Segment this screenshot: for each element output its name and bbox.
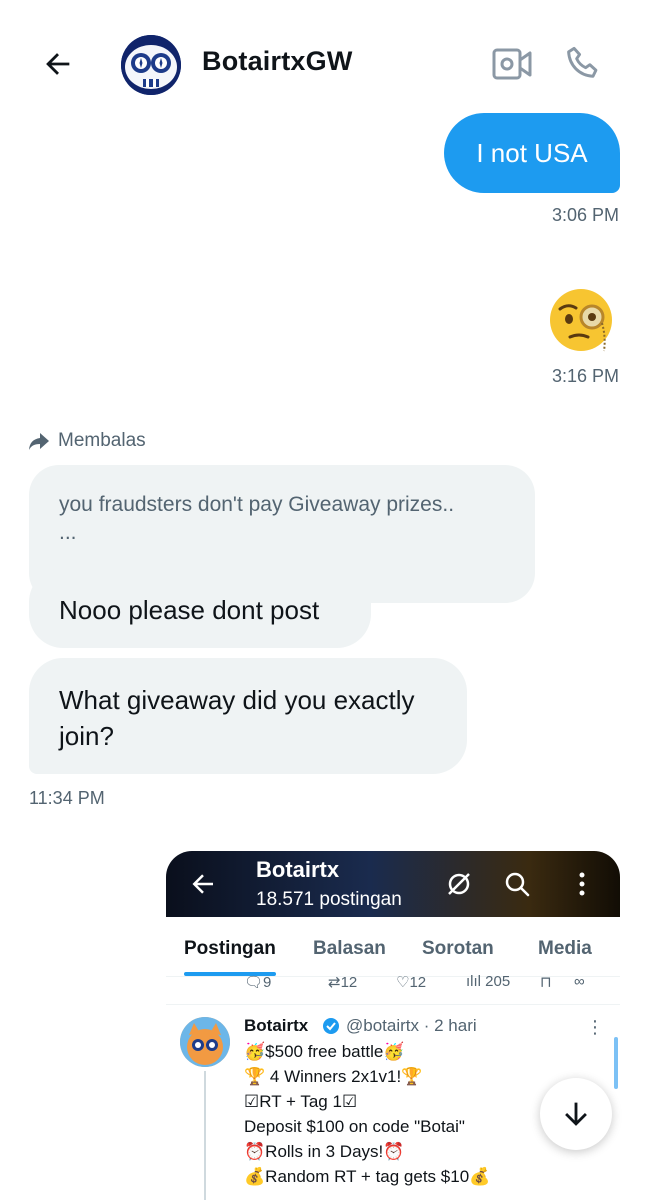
embedded-tab-bar: Postingan Balasan Sorotan Media (166, 917, 620, 977)
message-text: I not USA (476, 137, 588, 168)
message-text: Nooo please dont post (59, 595, 320, 625)
post-line: Deposit $100 on code "Botai" (244, 1117, 465, 1136)
reply-context: Membalas (28, 430, 146, 452)
message-timestamp: 11:34 PM (29, 788, 105, 808)
embedded-profile-name: Botairtx (256, 857, 340, 882)
embedded-tab-replies: Balasan (313, 938, 386, 959)
post-line: 🏆 4 Winners 2x1v1!🏆 (244, 1067, 423, 1086)
image-attachment[interactable]: Botairtx 18.571 postingan Postingan Bala… (166, 851, 620, 1200)
embedded-tab-highlights: Sorotan (422, 938, 494, 959)
contact-avatar[interactable] (121, 35, 181, 95)
quoted-message-ellipsis: ... (59, 520, 77, 544)
like-icon: ♡12 (396, 974, 427, 991)
reply-count: 9 (263, 974, 272, 991)
post-author-avatar (180, 1017, 230, 1067)
post-body: 🥳$500 free battle🥳 🏆 4 Winners 2x1v1!🏆 ☑… (244, 1039, 574, 1189)
embedded-post-count: 18.571 postingan (256, 889, 402, 910)
post-author-name: Botairtx (244, 1016, 309, 1035)
arrow-left-icon (46, 53, 70, 75)
post-line: ⏰Rolls in 3 Days!⏰ (244, 1142, 405, 1161)
monocle-face-icon (550, 289, 612, 352)
contact-name[interactable]: BotairtxGW (202, 46, 353, 77)
embedded-tab-media: Media (538, 938, 592, 959)
divider (166, 1004, 620, 1005)
view-count: 205 (485, 973, 511, 990)
post-handle-time: @botairtx · 2 hari (346, 1016, 477, 1035)
post-line: 🥳$500 free battle🥳 (244, 1042, 405, 1061)
embedded-prev-post-actions: 🗨︎9 ⇄12 ♡12 ılıl 205 ⊓ ∞ (166, 969, 620, 993)
reply-context-label: Membalas (58, 430, 146, 451)
reply-icon: 🗨︎9 (244, 974, 272, 991)
message-text: What giveaway did you exactly join? (59, 685, 415, 752)
more-vertical-icon: ⋮ (586, 1017, 604, 1037)
video-camera-icon (492, 48, 532, 80)
incoming-message-bubble[interactable]: Nooo please dont post (29, 568, 371, 648)
scrollbar (614, 1037, 618, 1089)
verified-badge-icon (323, 1018, 339, 1034)
message-timestamp: 3:06 PM (551, 205, 619, 225)
post-line: 💰Random RT + tag gets $10💰 (244, 1167, 491, 1186)
face-with-monocle-emoji[interactable] (546, 285, 616, 355)
search-icon (505, 872, 530, 897)
outgoing-message-bubble[interactable]: I not USA (444, 113, 620, 193)
share-icon: ∞ (574, 973, 585, 990)
arrow-down-icon (565, 1102, 587, 1126)
arrow-left-icon (192, 874, 213, 894)
incoming-message-bubble[interactable]: What giveaway did you exactly join? (29, 658, 467, 774)
message-timestamp: 3:16 PM (551, 366, 619, 386)
robot-avatar-icon (121, 35, 181, 95)
scroll-to-bottom-button[interactable] (540, 1078, 612, 1150)
video-call-button[interactable] (490, 44, 534, 84)
more-vertical-icon (579, 872, 585, 896)
chat-header: BotairtxGW (0, 0, 648, 120)
quoted-message-text: you fraudsters don't pay Giveaway prizes… (59, 493, 455, 516)
views-icon: ılıl 205 (466, 973, 511, 990)
eye-slash-icon (448, 873, 470, 895)
repost-count: 12 (340, 974, 358, 991)
like-count: 12 (409, 974, 427, 991)
cat-avatar-icon (180, 1017, 230, 1067)
bookmark-icon: ⊓ (540, 974, 552, 991)
embedded-profile-header: Botairtx 18.571 postingan (166, 851, 620, 917)
voice-call-button[interactable] (562, 42, 606, 86)
thread-line (204, 1071, 206, 1200)
embedded-tab-posts: Postingan (184, 938, 276, 959)
repost-icon: ⇄12 (328, 974, 358, 991)
reply-arrow-icon (29, 433, 49, 450)
back-button[interactable] (38, 44, 78, 84)
post-line: ☑RT + Tag 1☑ (244, 1092, 358, 1111)
phone-icon (567, 46, 598, 78)
